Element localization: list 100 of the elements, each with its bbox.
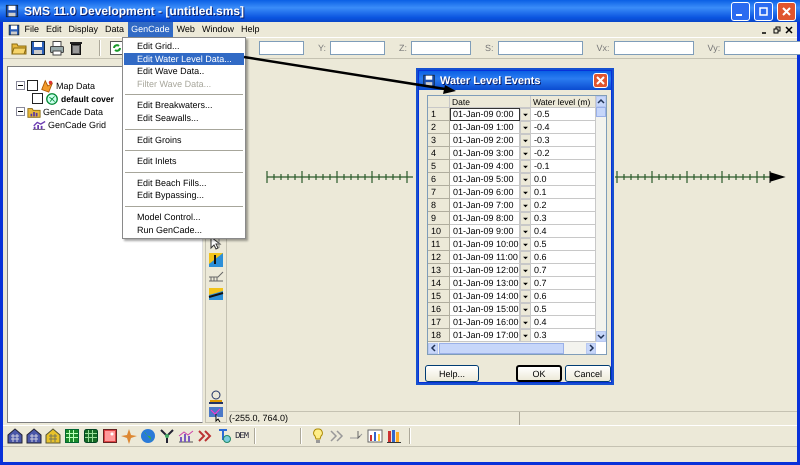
grid-icon[interactable] [82,428,98,444]
water-level-cell[interactable]: 0.6 [531,251,596,264]
menu-bar-item[interactable]: GenCade [128,22,174,37]
dropdown-button[interactable] [520,160,531,173]
scrollbar-thumb[interactable] [439,342,564,354]
water-level-cell[interactable]: 0.3 [531,212,596,225]
water-level-cell[interactable]: 0.2 [531,199,596,212]
dropdown-button[interactable] [520,199,531,212]
menu-item[interactable]: Edit Grid... [124,40,244,53]
pier-icon[interactable] [208,268,224,284]
dropdown-button[interactable] [520,290,531,303]
coordinate-field[interactable] [259,41,304,55]
dropdown-button[interactable] [520,264,531,277]
print-icon[interactable] [48,40,64,56]
maximize-button[interactable] [754,2,773,20]
horizontal-scrollbar[interactable] [428,342,596,354]
coordinate-field[interactable] [498,41,583,55]
grid-icon[interactable] [64,428,80,444]
water-level-cell[interactable]: 0.4 [531,316,596,329]
dialog-button[interactable]: Cancel [565,365,611,382]
water-level-cell[interactable]: 0.0 [531,173,596,186]
dem-button[interactable]: DEM [233,431,250,441]
water-level-cell[interactable]: 0.5 [531,238,596,251]
menu-item[interactable]: Edit Beach Fills... [124,176,244,190]
dialog-button[interactable]: OK [516,365,562,382]
dropdown-button[interactable] [520,212,531,225]
dropdown-button[interactable] [520,147,531,160]
globe-icon[interactable] [140,428,156,444]
coordinate-field[interactable] [614,41,694,55]
checkbox[interactable] [32,93,43,104]
water-level-cell[interactable]: 0.1 [531,186,596,199]
dropdown-button[interactable] [520,251,531,264]
map-select-icon[interactable] [208,406,224,422]
water-level-cell[interactable]: 0.7 [531,277,596,290]
restore-icon[interactable] [773,26,781,34]
dropdown-button[interactable] [520,173,531,186]
save-icon[interactable] [30,40,46,56]
scrollbar-thumb[interactable] [596,107,606,117]
menu-bar-item[interactable]: File [21,22,43,37]
menu-item[interactable]: Edit Breakwaters... [124,99,244,112]
menu-item[interactable]: Edit Water Level Data... [124,52,244,66]
menu-item[interactable]: Edit Inlets [124,155,244,168]
coordinate-field[interactable] [330,41,386,55]
tree-item[interactable]: Map Data [56,80,96,90]
water-level-cell[interactable]: -0.4 [531,121,596,134]
date-cell[interactable]: 01-Jan-09 0:00 [450,108,520,121]
chart-icon[interactable] [366,428,383,444]
menu-bar-item[interactable]: Web [173,22,198,37]
menu-item[interactable]: Edit Groins [124,134,244,146]
menu-item[interactable]: Edit Bypassing... [124,189,244,202]
tree-item[interactable]: default cover [61,94,114,104]
menu-bar-item[interactable]: Help [237,22,263,37]
water-level-cell[interactable]: -0.3 [531,134,596,147]
dropdown-button[interactable] [520,108,531,121]
mesh-icon[interactable] [6,428,22,444]
close-icon[interactable] [785,26,793,34]
menu-item[interactable]: Edit Seawalls... [124,112,244,125]
coordinate-field[interactable] [724,41,800,55]
dropdown-button[interactable] [520,238,531,251]
mesh-icon[interactable] [44,428,60,444]
water-level-cell[interactable]: -0.5 [531,108,596,121]
menu-item[interactable]: Edit Wave Data.. [124,65,244,78]
dropdown-button[interactable] [520,303,531,316]
water-level-cell[interactable]: -0.2 [531,147,596,160]
menu-item[interactable]: Model Control... [124,210,244,224]
menu-bar-item[interactable]: Edit [42,22,66,37]
dropdown-button[interactable] [520,329,531,342]
menu-bar-item[interactable]: Window [198,22,238,37]
vertical-scrollbar[interactable] [596,96,606,342]
menu-item[interactable]: Run GenCade... [124,224,244,236]
profile-icon[interactable] [208,286,224,302]
trash-icon[interactable] [68,40,84,56]
minimize-button[interactable] [731,2,750,20]
menu-bar-item[interactable]: Data [102,22,128,37]
water-level-cell[interactable]: 0.7 [531,264,596,277]
close-button[interactable] [593,73,608,88]
close-button[interactable] [777,2,796,20]
water-level-cell[interactable]: -0.1 [531,160,596,173]
mesh-icon[interactable] [26,428,42,444]
menu-bar-item[interactable]: Display [65,22,102,37]
water-level-cell[interactable]: 0.6 [531,290,596,303]
dropdown-button[interactable] [520,186,531,199]
refresh-icon[interactable] [108,40,124,56]
dropdown-button[interactable] [520,277,531,290]
dropdown-button[interactable] [520,134,531,147]
arrows-icon[interactable] [196,428,212,444]
ruler-icon[interactable] [208,252,224,268]
image-icon[interactable] [102,428,118,444]
dropdown-button[interactable] [520,316,531,329]
dropdown-button[interactable] [520,225,531,238]
chart-icon[interactable] [178,428,194,444]
checkbox[interactable] [27,80,38,91]
water-level-cell[interactable]: 0.5 [531,303,596,316]
dialog-button[interactable]: Help... [425,365,479,382]
coordinate-field[interactable] [411,41,472,55]
tree-item[interactable]: GenCade Data [43,106,104,116]
branch-icon[interactable] [158,428,174,444]
dropdown-button[interactable] [520,121,531,134]
tree-item[interactable]: GenCade Grid [48,120,106,130]
water-level-cell[interactable]: 0.4 [531,225,596,238]
